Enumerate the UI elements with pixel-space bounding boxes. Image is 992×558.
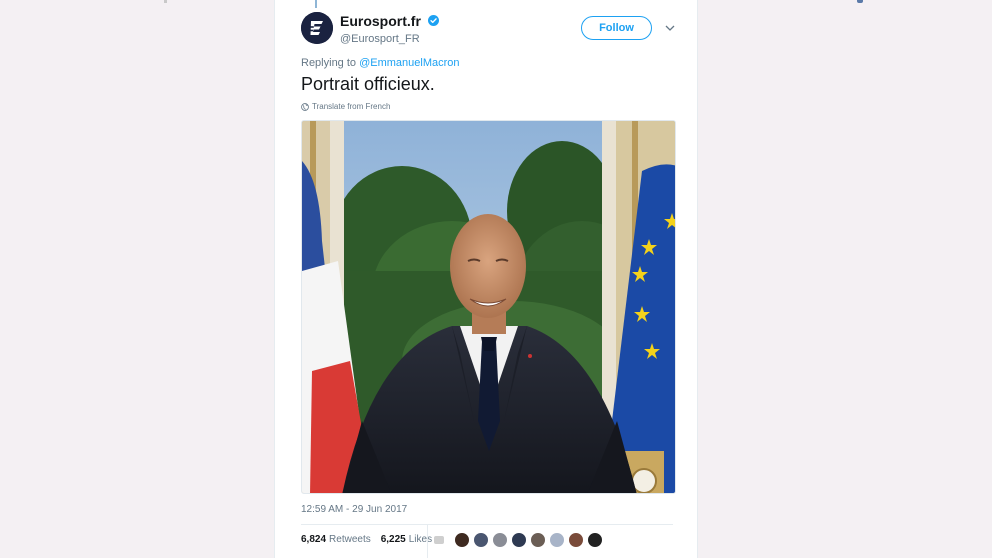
tweet-timestamp[interactable]: 12:59 AM - 29 Jun 2017 <box>301 504 407 515</box>
liker-avatar[interactable] <box>549 532 565 548</box>
translate-link[interactable]: Translate from French <box>301 102 390 111</box>
follow-button[interactable]: Follow <box>581 16 652 40</box>
liker-avatars <box>433 532 606 548</box>
liker-avatar[interactable] <box>433 535 445 545</box>
liker-avatar[interactable] <box>473 532 489 548</box>
likes-label: Likes <box>408 534 433 545</box>
tweet-text: Portrait officieux. <box>301 74 435 94</box>
tweet-card: Eurosport.fr @Eurosport_FR Follow Replyi… <box>274 0 698 558</box>
translate-label: Translate from French <box>312 102 391 111</box>
account-avatar[interactable] <box>301 12 333 44</box>
tweet-header: Eurosport.fr @Eurosport_FR Follow <box>301 12 675 46</box>
chevron-down-icon[interactable] <box>663 21 677 35</box>
retweets-stat[interactable]: 6,824 Retweets <box>301 534 371 545</box>
liker-avatar[interactable] <box>587 532 603 548</box>
display-name[interactable]: Eurosport.fr <box>340 13 421 29</box>
liker-avatar[interactable] <box>511 532 527 548</box>
liker-avatar[interactable] <box>568 532 584 548</box>
portrait-photo <box>302 121 675 493</box>
likes-count: 6,225 <box>380 534 406 545</box>
retweets-count: 6,824 <box>301 534 327 545</box>
account-names: Eurosport.fr @Eurosport_FR <box>340 12 440 45</box>
verified-badge-icon <box>428 15 440 27</box>
background-mark <box>164 0 167 3</box>
likes-stat[interactable]: 6,225 Likes <box>381 534 432 545</box>
liker-avatar[interactable] <box>454 532 470 548</box>
liker-avatar[interactable] <box>530 532 546 548</box>
eurosport-logo-icon <box>301 12 333 44</box>
thread-connector <box>315 0 317 8</box>
replying-prefix: Replying to <box>301 57 360 69</box>
retweets-label: Retweets <box>329 534 371 545</box>
mention-link[interactable]: @EmmanuelMacron <box>359 57 459 69</box>
tweet-photo[interactable] <box>301 120 676 494</box>
background-mark <box>857 0 863 3</box>
liker-avatar[interactable] <box>492 532 508 548</box>
replying-to: Replying to @EmmanuelMacron <box>301 57 460 69</box>
divider <box>301 524 673 525</box>
stats-separator <box>427 525 428 558</box>
account-handle[interactable]: @Eurosport_FR <box>340 33 439 45</box>
globe-icon <box>301 102 309 111</box>
tweet-stats: 6,824 Retweets 6,225 Likes <box>301 534 432 545</box>
